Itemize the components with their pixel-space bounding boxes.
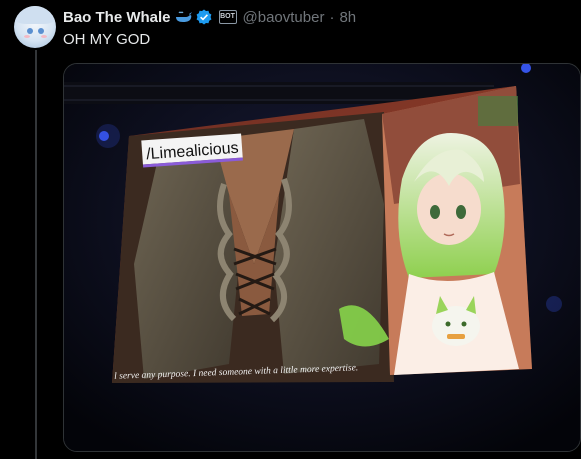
verified-badge-icon[interactable] — [196, 9, 212, 25]
author-handle[interactable]: @baovtuber — [243, 9, 325, 26]
tweet-header: Bao The Whale BOT @baovtuber · 8h — [63, 7, 356, 27]
timestamp[interactable]: 8h — [339, 9, 356, 26]
tweet-text: OH MY GOD — [63, 31, 151, 48]
photo-content: /Limealicious l serve any purpose. I nee… — [64, 64, 580, 451]
automated-account-icon: BOT — [218, 10, 237, 24]
author-name[interactable]: Bao The Whale — [63, 9, 171, 26]
thread-line — [35, 50, 37, 459]
avatar[interactable] — [14, 6, 56, 48]
whale-emoji-icon — [175, 10, 193, 24]
tweet-photo[interactable]: /Limealicious l serve any purpose. I nee… — [63, 63, 581, 452]
separator-dot: · — [329, 8, 335, 26]
